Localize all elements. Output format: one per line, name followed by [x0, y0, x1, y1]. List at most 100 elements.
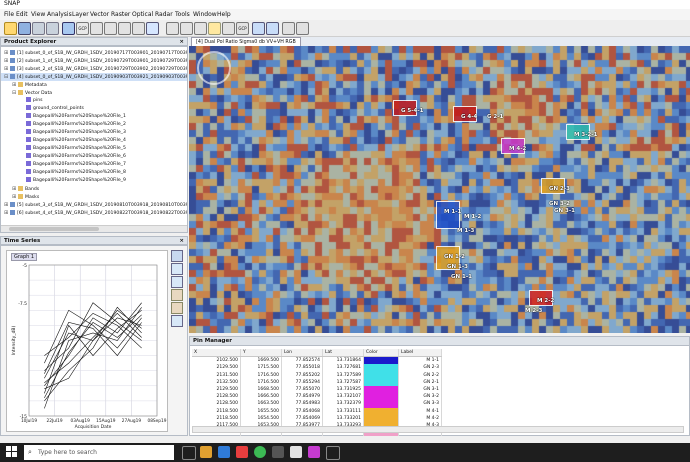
pin-tool-icon[interactable] [90, 22, 103, 35]
table-row[interactable]: 2118.500 1655.500 77.854068 13.733111 M 4-1 [192, 407, 442, 415]
export-icon[interactable] [171, 302, 183, 314]
menu-radar[interactable]: Radar [155, 11, 173, 18]
line-draw-icon[interactable] [166, 22, 179, 35]
tree-item[interactable]: ⊟ Vector Data [1, 89, 187, 97]
pin-label[interactable]: M 4-2 [509, 146, 526, 152]
cell-color-swatch[interactable] [363, 385, 399, 394]
tree-item[interactable]: ⊞ [6] subset_4_of_S1B_IW_GRDH_1SDV_201908… [1, 209, 187, 217]
column-header-x[interactable]: X [192, 349, 241, 358]
pin-label[interactable]: G 2-1 [487, 114, 503, 120]
table-row[interactable]: 2132.500 1716.500 77.855294 13.727587 GN 2-1 [192, 378, 442, 386]
gcp-tool-icon[interactable]: GCP [76, 22, 89, 35]
cell-color-swatch[interactable] [363, 364, 399, 372]
tree-item[interactable]: ⊞ [5] subset_3_of_S1B_IW_GRDH_1SDV_201908… [1, 201, 187, 209]
table-row[interactable]: 2129.500 1668.500 77.855070 13.731925 GN 3-1 [192, 385, 442, 394]
tree-item[interactable]: ⊞ [1] subset_0_of_S1B_IW_GRDH_1SDV_201907… [1, 49, 187, 57]
menu-help[interactable]: Help [217, 11, 231, 18]
pin-table-scrollbar[interactable] [192, 426, 684, 433]
pin-series-icon[interactable] [171, 276, 183, 288]
table-row[interactable]: 2128.500 1663.500 77.854983 13.732379 GN 3-3 [192, 400, 442, 408]
pin-label[interactable]: GN 3-2 [549, 201, 570, 207]
cell-color-swatch[interactable] [363, 371, 399, 379]
table-row[interactable]: 2131.500 1716.500 77.855202 13.727589 GN 2-2 [192, 371, 442, 379]
help-icon[interactable] [171, 315, 183, 327]
tree-item[interactable]: ⊞ [3] subset_2_of_S1B_IW_GRDH_1SDV_201907… [1, 65, 187, 73]
cell-color-swatch[interactable] [363, 393, 399, 401]
tree-item[interactable]: pins [1, 97, 187, 105]
table-row[interactable]: 2129.500 1715.500 77.855018 13.727681 GN 2-3 [192, 364, 442, 372]
menu-file[interactable]: File [4, 11, 14, 18]
pin-label[interactable]: GN 1-3 [447, 264, 468, 270]
table-row[interactable]: 2128.500 1666.500 77.854979 13.732107 GN 3-2 [192, 393, 442, 401]
tree-item[interactable]: ⊟ [4] subset_0_of_S1B_IW_GRDH_1SDV_201909… [1, 73, 187, 81]
column-header-color[interactable]: Color [363, 349, 399, 358]
table-row[interactable]: 2118.500 1654.500 77.854069 13.733201 M 4-2 [192, 414, 442, 422]
menu-window[interactable]: Window [193, 11, 217, 18]
range-finder-icon[interactable] [132, 22, 145, 35]
layer-editor-icon[interactable] [296, 22, 309, 35]
menu-vector[interactable]: Vector [90, 11, 109, 18]
world-map-icon[interactable] [282, 22, 295, 35]
menu-tools[interactable]: Tools [175, 11, 190, 18]
redo-icon[interactable] [46, 22, 59, 35]
ellipse-draw-icon[interactable] [222, 22, 235, 35]
tree-item[interactable]: Bagepalli%20Farms%20Shape%20File_9 [1, 177, 187, 185]
column-header-lat[interactable]: Lat [322, 349, 364, 358]
pin-label[interactable]: GN 1-2 [444, 254, 465, 260]
column-header-label[interactable]: Label [398, 349, 442, 358]
rectangle-draw-icon[interactable] [194, 22, 207, 35]
snap-app-icon[interactable] [326, 446, 340, 460]
sync-cursor-icon[interactable] [266, 22, 279, 35]
chrome-icon[interactable] [254, 446, 266, 458]
zoom-tool-icon[interactable] [104, 22, 117, 35]
tree-item[interactable]: Bagepalli%20Farms%20Shape%20File_1 [1, 113, 187, 121]
menu-optical[interactable]: Optical [132, 11, 153, 18]
pin-label[interactable]: M 2-2 [537, 298, 554, 304]
pin-label[interactable]: GN 3-1 [554, 208, 575, 214]
tree-item[interactable]: Bagepalli%20Farms%20Shape%20File_6 [1, 153, 187, 161]
menu-raster[interactable]: Raster [111, 11, 130, 18]
zoom-all-icon[interactable] [171, 289, 183, 301]
pin-label[interactable]: G 4-4 [461, 114, 477, 120]
cell-color-swatch[interactable] [363, 356, 399, 365]
pin-label[interactable]: G 5-4-1 [401, 108, 423, 114]
column-header-lon[interactable]: Lon [281, 349, 323, 358]
pin-label[interactable]: M 2-3 [525, 308, 542, 314]
tree-item[interactable]: ⊞ [2] subset_1_of_S1B_IW_GRDH_1SDV_201907… [1, 57, 187, 65]
tree-item[interactable]: ⊞ Masks [1, 193, 187, 201]
magic-wand-icon[interactable] [146, 22, 159, 35]
mail-icon[interactable] [290, 446, 302, 458]
tree-item[interactable]: Bagepalli%20Farms%20Shape%20File_2 [1, 121, 187, 129]
pin-label[interactable]: M 3-2-1 [574, 132, 597, 138]
tree-item[interactable]: Bagepalli%20Farms%20Shape%20File_8 [1, 169, 187, 177]
table-row[interactable]: 2102.500 1669.500 77.852574 13.731864 M 1-1 [192, 356, 442, 365]
taskbar-search-box[interactable]: ⌕ Type here to search [24, 445, 174, 460]
column-header-y[interactable]: Y [240, 349, 282, 358]
file-explorer-icon[interactable] [200, 446, 212, 458]
menu-layer[interactable]: Layer [72, 11, 89, 18]
cell-color-swatch[interactable] [363, 400, 399, 408]
tree-item[interactable]: Bagepalli%20Farms%20Shape%20File_5 [1, 145, 187, 153]
tree-item[interactable]: ground_control_points [1, 105, 187, 113]
polygon-draw-icon[interactable] [208, 22, 221, 35]
cell-color-swatch[interactable] [363, 378, 399, 386]
open-product-icon[interactable] [4, 22, 17, 35]
horizontal-scrollbar[interactable] [1, 225, 187, 232]
photos-icon[interactable] [308, 446, 320, 458]
menu-edit[interactable]: Edit [16, 11, 28, 18]
cell-color-swatch[interactable] [363, 407, 399, 415]
gcp-manager-icon[interactable]: GCP [236, 22, 249, 35]
pin-label[interactable]: M 1-3 [457, 228, 474, 234]
windows-start-icon[interactable] [6, 446, 18, 458]
save-product-icon[interactable] [18, 22, 31, 35]
menu-view[interactable]: View [31, 11, 45, 18]
menu-analysis[interactable]: Analysis [47, 11, 72, 18]
pin-label[interactable]: M 1-1 [444, 209, 461, 215]
store-icon[interactable] [272, 446, 284, 458]
edge-icon[interactable] [218, 446, 230, 458]
office-icon[interactable] [236, 446, 248, 458]
task-view-icon[interactable] [182, 446, 196, 460]
tree-item[interactable]: ⊞ Bands [1, 185, 187, 193]
tree-item[interactable]: Bagepalli%20Farms%20Shape%20File_4 [1, 137, 187, 145]
tree-item[interactable]: Bagepalli%20Farms%20Shape%20File_7 [1, 161, 187, 169]
